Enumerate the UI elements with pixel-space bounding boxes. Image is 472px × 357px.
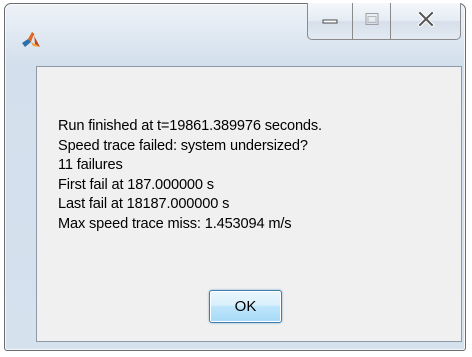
caption-buttons bbox=[307, 3, 461, 41]
message-line-run-finished: Run finished at t=19861.389976 seconds. bbox=[58, 118, 322, 134]
message-text: Run finished at t=19861.389976 seconds. … bbox=[58, 117, 322, 235]
maximize-icon bbox=[363, 12, 381, 31]
message-line-max-miss: Max speed trace miss: 1.453094 m/s bbox=[58, 215, 292, 232]
message-dialog-window: Run finished at t=19861.389976 seconds. … bbox=[4, 3, 466, 351]
title-bar[interactable] bbox=[5, 3, 465, 62]
message-line-speed-trace: Speed trace failed: system undersized? bbox=[58, 137, 308, 154]
matlab-logo-icon bbox=[21, 30, 41, 50]
close-icon bbox=[416, 9, 436, 32]
close-button[interactable] bbox=[391, 3, 461, 40]
maximize-button[interactable] bbox=[353, 3, 391, 40]
minimize-button[interactable] bbox=[307, 3, 353, 40]
message-line-first-fail: First fail at 187.000000 s bbox=[58, 176, 214, 193]
message-line-last-fail: Last fail at 18187.000000 s bbox=[58, 196, 230, 213]
dialog-content: Run finished at t=19861.389976 seconds. … bbox=[36, 66, 462, 342]
minimize-icon bbox=[321, 12, 339, 31]
message-line-failure-count: 11 failures bbox=[58, 157, 123, 174]
ok-button[interactable]: OK bbox=[209, 290, 282, 323]
